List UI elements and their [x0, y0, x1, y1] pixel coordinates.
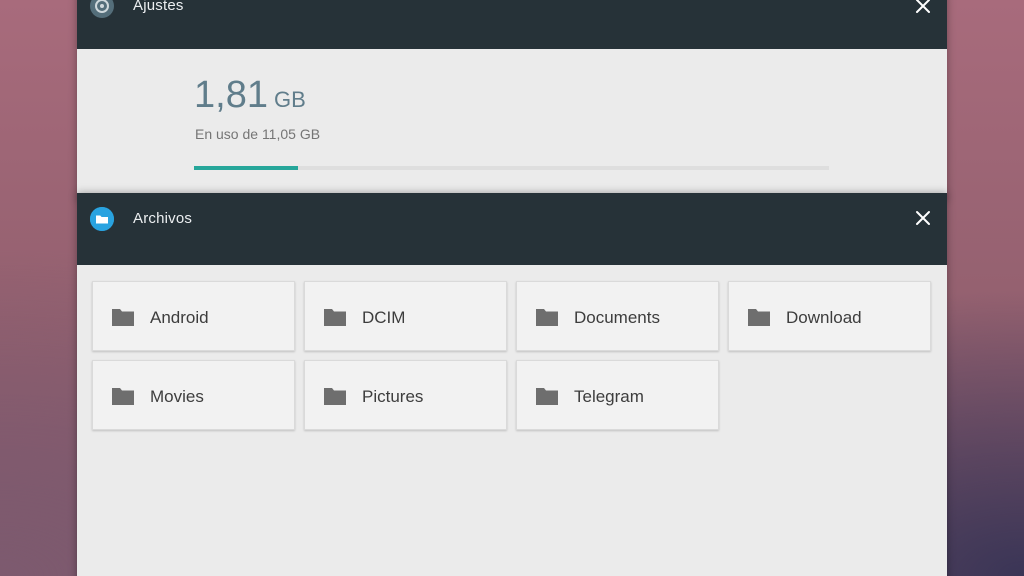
- files-window: Archivos Android DCIM Documents Download…: [77, 193, 947, 576]
- gear-icon: [90, 0, 114, 18]
- folder-name: Movies: [150, 387, 204, 406]
- storage-progress-bar: [194, 166, 829, 170]
- settings-close-button[interactable]: [913, 0, 933, 16]
- settings-window: Ajustes 1,81 GB En uso de 11,05 GB: [77, 0, 947, 200]
- folder-icon: [111, 307, 135, 327]
- settings-titlebar[interactable]: Ajustes: [77, 0, 947, 49]
- folder-icon: [535, 386, 559, 406]
- folder-item[interactable]: Android: [92, 281, 295, 351]
- storage-used-value: 1,81: [194, 74, 268, 116]
- folder-icon: [111, 386, 135, 406]
- folder-name: Android: [150, 308, 209, 327]
- folder-icon: [323, 307, 347, 327]
- folder-item[interactable]: Pictures: [304, 360, 507, 430]
- storage-total-label: En uso de 11,05 GB: [195, 126, 321, 142]
- folder-name: Documents: [574, 308, 660, 327]
- folder-name: Download: [786, 308, 862, 327]
- folder-icon: [323, 386, 347, 406]
- files-close-button[interactable]: [913, 208, 933, 228]
- folder-icon: [90, 207, 114, 231]
- folder-item[interactable]: Telegram: [516, 360, 719, 430]
- folder-name: Pictures: [362, 387, 424, 406]
- folder-icon: [535, 307, 559, 327]
- folder-item[interactable]: Documents: [516, 281, 719, 351]
- storage-progress-fill: [194, 166, 299, 170]
- folder-item[interactable]: Movies: [92, 360, 295, 430]
- folder-name: DCIM: [362, 308, 406, 327]
- close-icon: [916, 0, 930, 13]
- close-icon: [916, 211, 930, 225]
- folder-item[interactable]: DCIM: [304, 281, 507, 351]
- storage-used-unit: GB: [273, 87, 306, 112]
- settings-title: Ajustes: [133, 0, 184, 14]
- folder-grid: Android DCIM Documents Download Movies P…: [92, 281, 934, 430]
- folder-item[interactable]: Download: [728, 281, 931, 351]
- folder-name: Telegram: [574, 387, 644, 406]
- files-titlebar[interactable]: Archivos: [77, 193, 947, 265]
- storage-used: 1,81 GB: [194, 74, 306, 117]
- folder-icon: [747, 307, 771, 327]
- files-title: Archivos: [133, 210, 193, 227]
